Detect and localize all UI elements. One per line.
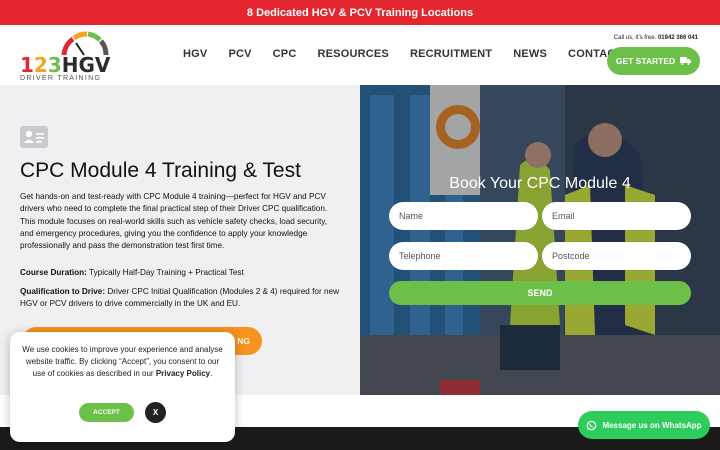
id-card-icon bbox=[20, 126, 48, 148]
get-started-label: GET STARTED bbox=[615, 56, 676, 66]
call-prefix: Call us, it's free. bbox=[613, 35, 657, 41]
nav-item-cpc[interactable]: CPC bbox=[273, 48, 297, 60]
truck-icon bbox=[680, 57, 692, 65]
telephone-placeholder: Telephone bbox=[399, 251, 441, 261]
accept-label: ACCEPT bbox=[93, 409, 120, 416]
banner-text[interactable]: 8 Dedicated HGV & PCV Training Locations bbox=[247, 7, 473, 19]
course-intro: Get hands-on and test-ready with CPC Mod… bbox=[20, 192, 328, 251]
logo-tagline: DRIVER TRAINING bbox=[20, 75, 102, 82]
nav-item-news[interactable]: NEWS bbox=[513, 48, 547, 60]
name-placeholder: Name bbox=[399, 211, 424, 221]
page-title: CPC Module 4 Training & Test bbox=[20, 159, 301, 182]
main-nav: HGV PCV CPC RESOURCES RECRUITMENT NEWS C… bbox=[183, 48, 643, 60]
postcode-placeholder: Postcode bbox=[552, 251, 590, 261]
training-photo-image bbox=[360, 85, 720, 395]
whatsapp-icon bbox=[587, 420, 597, 430]
accept-cookies-button[interactable]: ACCEPT bbox=[79, 403, 134, 422]
logo-wordmark: 123HGV bbox=[20, 53, 111, 77]
whatsapp-button[interactable]: Message us on WhatsApp bbox=[578, 411, 710, 439]
email-placeholder: Email bbox=[552, 211, 575, 221]
whatsapp-label: Message us on WhatsApp bbox=[602, 420, 702, 430]
logo[interactable]: 123HGV DRIVER TRAINING bbox=[18, 31, 118, 83]
close-icon: X bbox=[152, 408, 159, 417]
nav-item-resources[interactable]: RESOURCES bbox=[317, 48, 388, 60]
nav-item-pcv[interactable]: PCV bbox=[228, 48, 251, 60]
close-cookie-button[interactable]: X bbox=[145, 402, 166, 423]
cookie-banner: We use cookies to improve your experienc… bbox=[10, 332, 235, 442]
call-info[interactable]: Call us, it's free. 01942 366 041 bbox=[614, 35, 698, 41]
hero-photo bbox=[360, 85, 720, 395]
course-duration: Course Duration: Typically Half-Day Trai… bbox=[20, 268, 342, 277]
booking-form-title: Book Your CPC Module 4 bbox=[449, 175, 631, 192]
top-banner[interactable]: 8 Dedicated HGV & PCV Training Locations bbox=[0, 0, 720, 25]
qualification-label: Qualification to Drive: bbox=[20, 287, 106, 296]
send-button[interactable]: SEND bbox=[389, 281, 691, 305]
get-started-button[interactable]: GET STARTED bbox=[607, 47, 700, 75]
postcode-input[interactable]: Postcode bbox=[542, 242, 691, 270]
telephone-input[interactable]: Telephone bbox=[389, 242, 538, 270]
email-input[interactable]: Email bbox=[542, 202, 691, 230]
booking-button-label: NG bbox=[237, 336, 250, 346]
nav-item-recruitment[interactable]: RECRUITMENT bbox=[410, 48, 492, 60]
cookie-text: We use cookies to improve your experienc… bbox=[22, 345, 223, 378]
duration-value: Typically Half-Day Training + Practical … bbox=[89, 268, 244, 277]
nav-item-hgv[interactable]: HGV bbox=[183, 48, 207, 60]
privacy-policy-link[interactable]: Privacy Policy bbox=[156, 369, 210, 378]
send-label: SEND bbox=[527, 288, 553, 298]
duration-label: Course Duration: bbox=[20, 268, 87, 277]
course-qualification: Qualification to Drive: Driver CPC Initi… bbox=[20, 286, 340, 311]
phone-number[interactable]: 01942 366 041 bbox=[658, 35, 698, 41]
name-input[interactable]: Name bbox=[389, 202, 538, 230]
